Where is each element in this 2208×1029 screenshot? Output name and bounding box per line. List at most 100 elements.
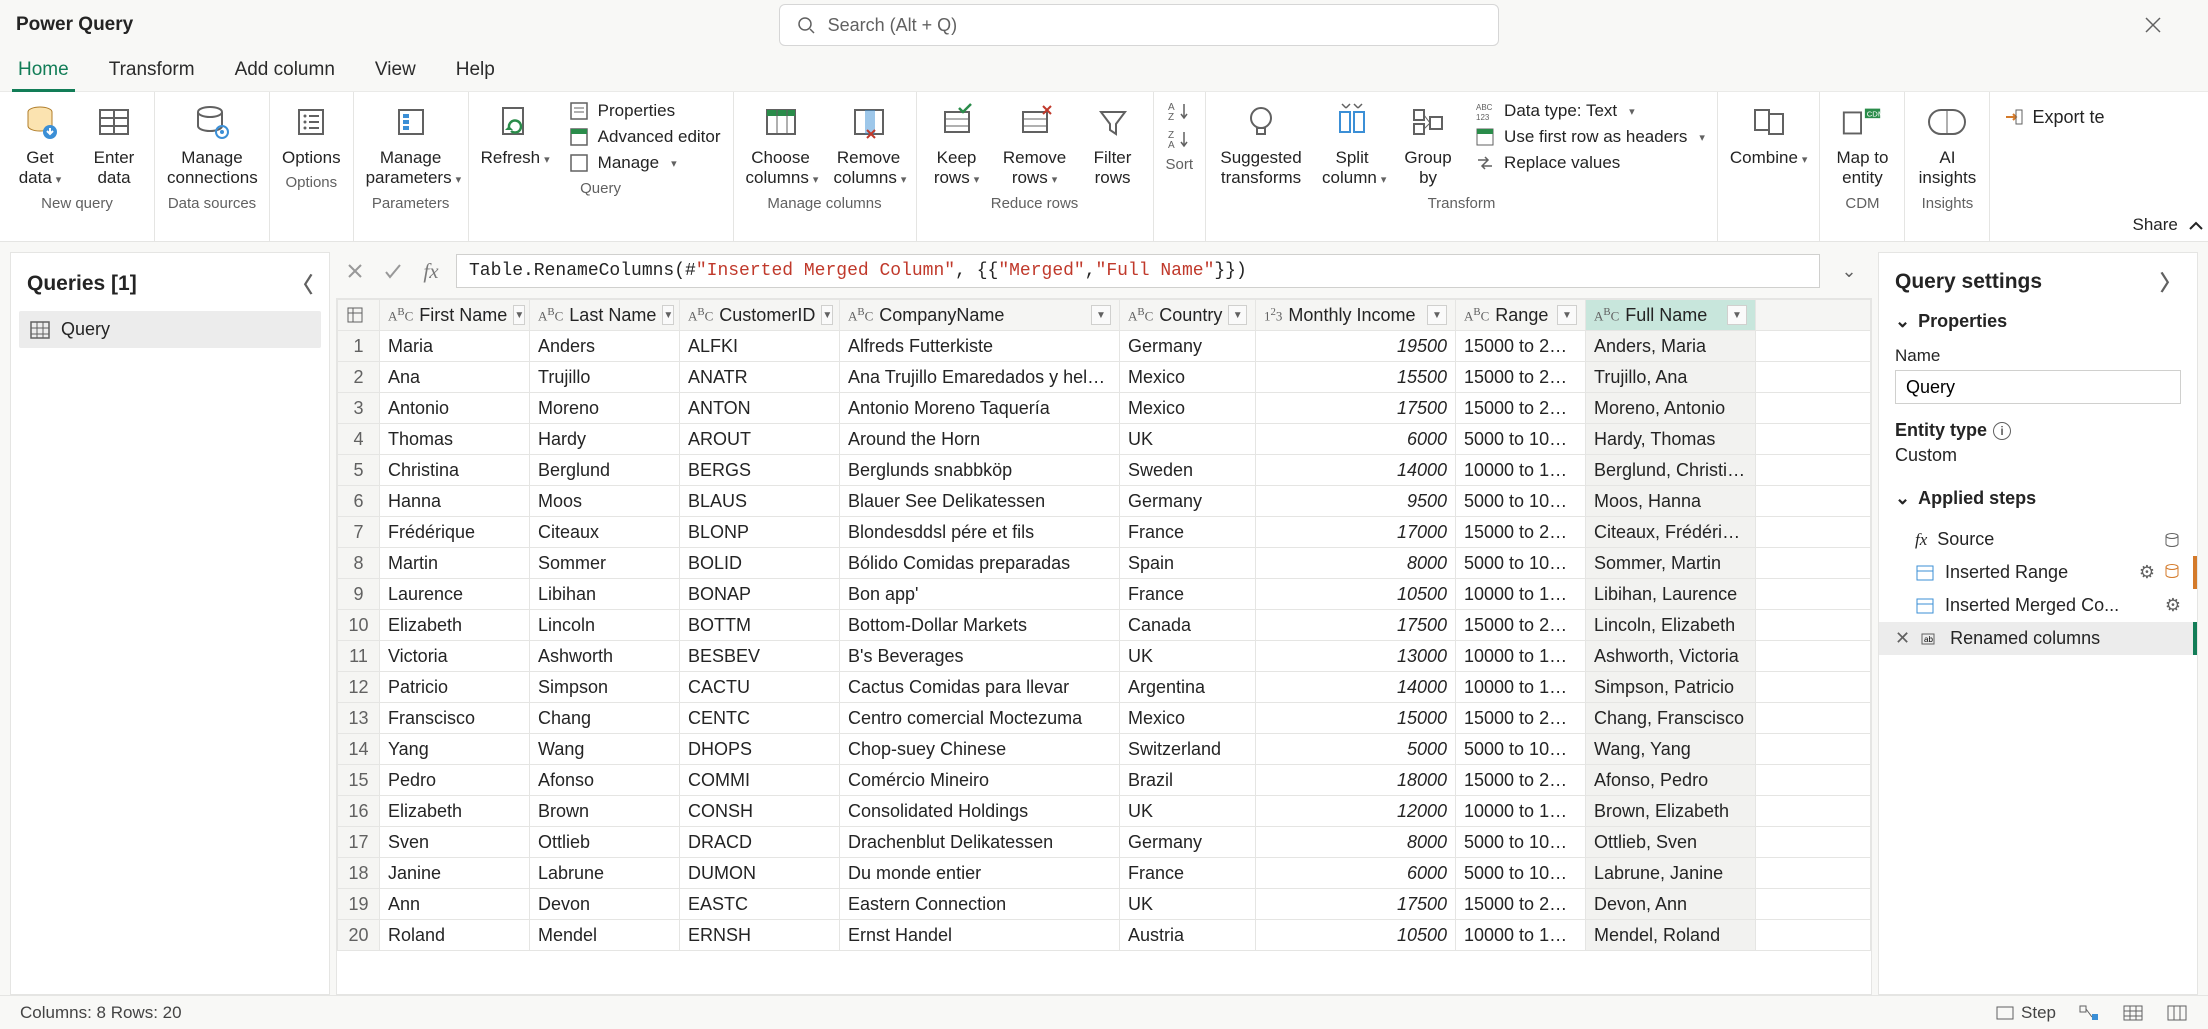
cell[interactable]: CENTC <box>680 703 840 734</box>
tab-view[interactable]: View <box>369 51 422 91</box>
cell[interactable]: DHOPS <box>680 734 840 765</box>
tab-home[interactable]: Home <box>12 51 75 91</box>
cell[interactable]: Thomas <box>380 424 530 455</box>
cell[interactable]: Frédérique <box>380 517 530 548</box>
cell[interactable]: France <box>1120 858 1256 889</box>
cell[interactable]: Chop-suey Chinese <box>840 734 1120 765</box>
cell[interactable]: 5000 to 10000 <box>1456 486 1586 517</box>
cell[interactable]: 5000 <box>1256 734 1456 765</box>
cell[interactable]: Afonso, Pedro <box>1586 765 1756 796</box>
row-header[interactable]: 17 <box>338 827 380 858</box>
cell[interactable]: Bon app' <box>840 579 1120 610</box>
query-item[interactable]: Query <box>19 311 321 348</box>
cell[interactable]: Trujillo, Ana <box>1586 362 1756 393</box>
cell[interactable]: Lincoln, Elizabeth <box>1586 610 1756 641</box>
row-header[interactable]: 12 <box>338 672 380 703</box>
cell[interactable]: Roland <box>380 920 530 951</box>
cell[interactable]: Mexico <box>1120 703 1256 734</box>
cell[interactable]: France <box>1120 579 1256 610</box>
query-name-input[interactable] <box>1895 370 2181 404</box>
row-header[interactable]: 9 <box>338 579 380 610</box>
cell[interactable]: BLAUS <box>680 486 840 517</box>
manage-button[interactable]: Manage <box>568 152 721 174</box>
cell[interactable]: BERGS <box>680 455 840 486</box>
manage-connections-button[interactable]: Manage connections <box>167 100 257 189</box>
cell[interactable]: 12000 <box>1256 796 1456 827</box>
cell[interactable]: Ottlieb, Sven <box>1586 827 1756 858</box>
cell[interactable]: Labrune <box>530 858 680 889</box>
cell[interactable]: DRACD <box>680 827 840 858</box>
cell[interactable]: Moos <box>530 486 680 517</box>
cell[interactable]: 15000 to 20000 <box>1456 703 1586 734</box>
cell[interactable]: Devon, Ann <box>1586 889 1756 920</box>
cell[interactable]: 14000 <box>1256 672 1456 703</box>
cell[interactable]: 17500 <box>1256 889 1456 920</box>
cell[interactable]: Bólido Comidas preparadas <box>840 548 1120 579</box>
gear-icon[interactable]: ⚙ <box>2165 595 2181 616</box>
cell[interactable]: 15000 to 20000 <box>1456 610 1586 641</box>
select-all-cell[interactable] <box>338 300 380 331</box>
row-header[interactable]: 2 <box>338 362 380 393</box>
step-renamed-columns[interactable]: ✕ ab Renamed columns <box>1879 622 2197 655</box>
cell[interactable]: 10000 to 15000 <box>1456 920 1586 951</box>
cell[interactable]: Mendel <box>530 920 680 951</box>
export-template-button[interactable]: Export te <box>2002 106 2104 128</box>
column-filter-button[interactable]: ▼ <box>662 305 674 325</box>
cell[interactable]: Austria <box>1120 920 1256 951</box>
cell[interactable]: ANATR <box>680 362 840 393</box>
choose-columns-button[interactable]: Choose columns <box>746 100 816 189</box>
cell[interactable]: Brazil <box>1120 765 1256 796</box>
cell[interactable]: Sommer, Martin <box>1586 548 1756 579</box>
cell[interactable]: Hardy, Thomas <box>1586 424 1756 455</box>
cell[interactable]: Switzerland <box>1120 734 1256 765</box>
share-button[interactable]: Share <box>2133 215 2178 235</box>
cell[interactable]: Brown, Elizabeth <box>1586 796 1756 827</box>
data-grid[interactable]: ABCFirst Name▼ABCLast Name▼ABCCustomerID… <box>336 298 1872 995</box>
cell[interactable]: Chang, Franscisco <box>1586 703 1756 734</box>
grid-view-button[interactable] <box>2122 1004 2144 1022</box>
cell[interactable]: Mendel, Roland <box>1586 920 1756 951</box>
cell[interactable]: DUMON <box>680 858 840 889</box>
cell[interactable]: 17500 <box>1256 610 1456 641</box>
cell[interactable]: 6000 <box>1256 858 1456 889</box>
cell[interactable]: Cactus Comidas para llevar <box>840 672 1120 703</box>
step-button[interactable]: Step <box>1995 1003 2056 1023</box>
cell[interactable]: B's Beverages <box>840 641 1120 672</box>
row-header[interactable]: 3 <box>338 393 380 424</box>
cell[interactable]: Pedro <box>380 765 530 796</box>
ai-insights-button[interactable]: AI insights <box>1917 100 1977 189</box>
cell[interactable]: COMMI <box>680 765 840 796</box>
cell[interactable]: CACTU <box>680 672 840 703</box>
cell[interactable]: ERNSH <box>680 920 840 951</box>
cell[interactable]: EASTC <box>680 889 840 920</box>
cell[interactable]: Antonio Moreno Taquería <box>840 393 1120 424</box>
cell[interactable]: 9500 <box>1256 486 1456 517</box>
cell[interactable]: Alfreds Futterkiste <box>840 331 1120 362</box>
column-header[interactable]: 123Monthly Income▼ <box>1256 300 1456 331</box>
cell[interactable]: Moos, Hanna <box>1586 486 1756 517</box>
cell[interactable]: Ottlieb <box>530 827 680 858</box>
cell[interactable]: 8000 <box>1256 827 1456 858</box>
keep-rows-button[interactable]: Keep rows <box>929 100 985 189</box>
cell[interactable]: 8000 <box>1256 548 1456 579</box>
cell[interactable]: Trujillo <box>530 362 680 393</box>
row-header[interactable]: 5 <box>338 455 380 486</box>
cell[interactable]: Citeaux <box>530 517 680 548</box>
cell[interactable]: Centro comercial Moctezuma <box>840 703 1120 734</box>
column-header[interactable]: ABCCustomerID▼ <box>680 300 840 331</box>
cell[interactable]: 6000 <box>1256 424 1456 455</box>
cell[interactable]: Germany <box>1120 331 1256 362</box>
column-filter-button[interactable]: ▼ <box>513 305 525 325</box>
sort-asc-button[interactable]: AZ <box>1166 100 1192 122</box>
cell[interactable]: ALFKI <box>680 331 840 362</box>
cell[interactable]: Ana Trujillo Emaredados y helados <box>840 362 1120 393</box>
delete-step-button[interactable]: ✕ <box>1895 628 1910 649</box>
step-inserted-merged-column[interactable]: Inserted Merged Co... ⚙ <box>1879 589 2197 622</box>
cell[interactable]: Anders, Maria <box>1586 331 1756 362</box>
cell[interactable]: Mexico <box>1120 393 1256 424</box>
cell[interactable]: Eastern Connection <box>840 889 1120 920</box>
cell[interactable]: Martin <box>380 548 530 579</box>
cell[interactable]: 15000 <box>1256 703 1456 734</box>
cell[interactable]: Patricio <box>380 672 530 703</box>
row-header[interactable]: 1 <box>338 331 380 362</box>
